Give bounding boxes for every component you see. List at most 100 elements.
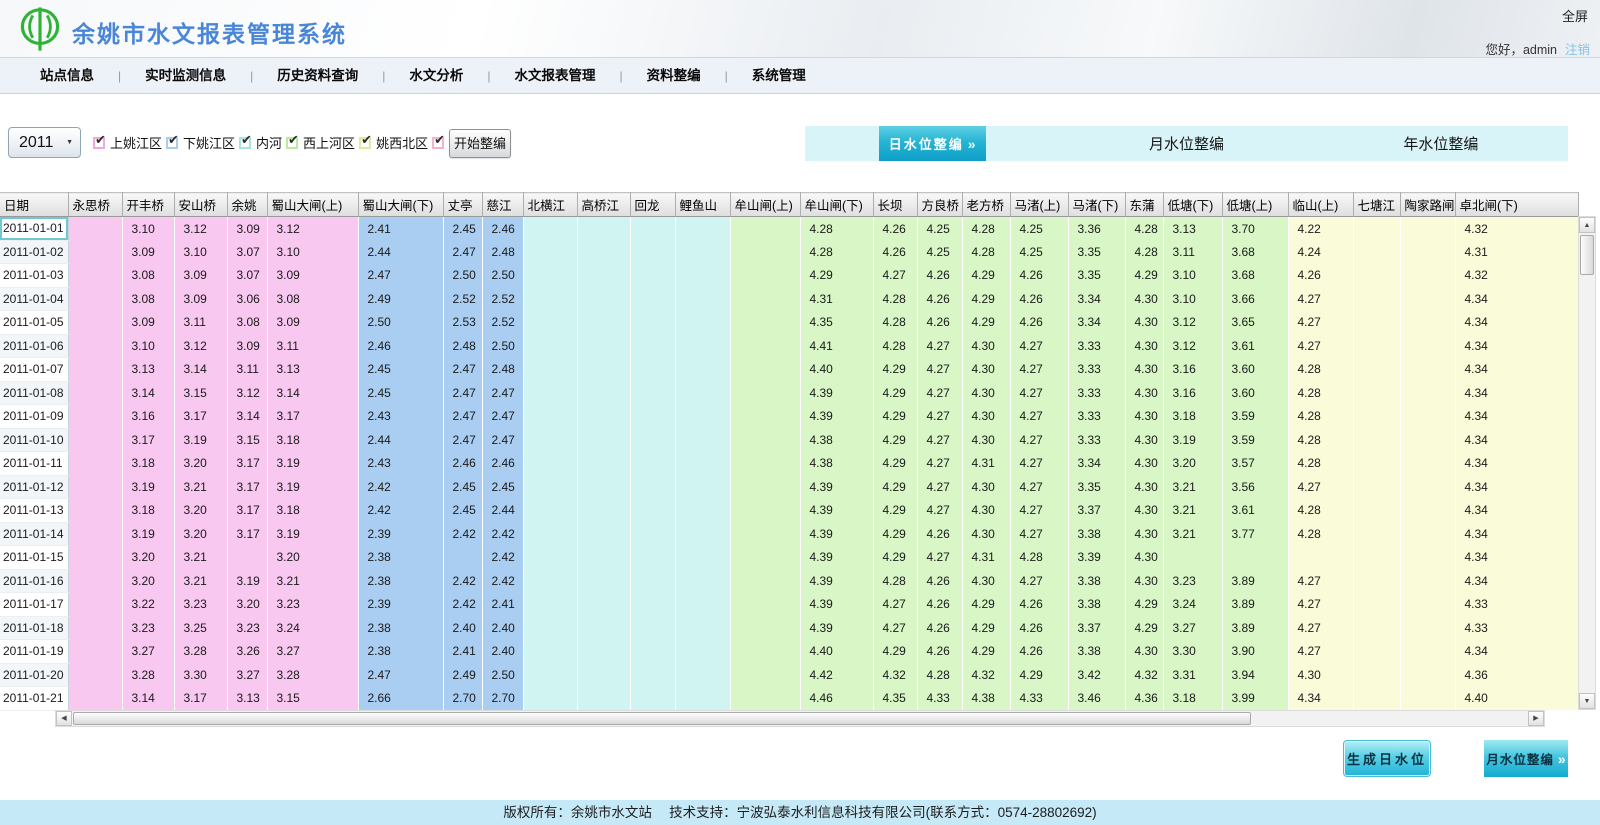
value-cell[interactable]: 4.27 <box>1010 452 1068 476</box>
value-cell[interactable] <box>730 217 800 241</box>
value-cell[interactable]: 4.27 <box>873 593 917 617</box>
value-cell[interactable]: 3.09 <box>122 311 174 335</box>
value-cell[interactable]: 3.12 <box>267 217 358 241</box>
value-cell[interactable]: 2.50 <box>482 264 523 288</box>
value-cell[interactable]: 3.61 <box>1222 499 1288 523</box>
value-cell[interactable]: 4.26 <box>917 264 962 288</box>
value-cell[interactable]: 4.34 <box>1288 687 1353 711</box>
value-cell[interactable]: 3.65 <box>1222 311 1288 335</box>
value-cell[interactable]: 3.07 <box>227 240 267 264</box>
value-cell[interactable] <box>1400 522 1455 546</box>
checkbox[interactable]: ✔ <box>93 137 105 149</box>
value-cell[interactable]: 4.34 <box>1455 358 1578 382</box>
value-cell[interactable]: 3.30 <box>1163 640 1222 664</box>
region-filter[interactable]: ✔西上河区 <box>286 133 355 152</box>
value-cell[interactable]: 3.11 <box>227 358 267 382</box>
date-cell[interactable]: 2011-01-03 <box>0 264 68 288</box>
value-cell[interactable]: 4.29 <box>962 593 1010 617</box>
value-cell[interactable] <box>68 358 122 382</box>
value-cell[interactable]: 4.32 <box>962 663 1010 687</box>
value-cell[interactable] <box>577 287 630 311</box>
value-cell[interactable]: 2.47 <box>443 358 482 382</box>
value-cell[interactable] <box>1400 405 1455 429</box>
date-cell[interactable]: 2011-01-08 <box>0 381 68 405</box>
value-cell[interactable] <box>675 499 730 523</box>
value-cell[interactable]: 4.26 <box>873 240 917 264</box>
value-cell[interactable] <box>675 311 730 335</box>
value-cell[interactable]: 3.33 <box>1068 428 1125 452</box>
checkbox[interactable]: ✔ <box>239 137 251 149</box>
value-cell[interactable]: 3.68 <box>1222 240 1288 264</box>
value-cell[interactable]: 4.27 <box>1010 405 1068 429</box>
value-cell[interactable]: 2.47 <box>358 663 443 687</box>
value-cell[interactable]: 2.42 <box>482 522 523 546</box>
value-cell[interactable] <box>630 522 675 546</box>
value-cell[interactable]: 2.50 <box>482 334 523 358</box>
value-cell[interactable]: 4.34 <box>1455 546 1578 570</box>
value-cell[interactable]: 3.24 <box>1163 593 1222 617</box>
value-cell[interactable] <box>1353 217 1400 241</box>
value-cell[interactable] <box>1400 475 1455 499</box>
value-cell[interactable]: 3.20 <box>174 522 227 546</box>
value-cell[interactable]: 4.26 <box>1010 287 1068 311</box>
checkbox[interactable]: ✔ <box>432 137 444 149</box>
value-cell[interactable]: 3.11 <box>267 334 358 358</box>
value-cell[interactable]: 2.45 <box>443 499 482 523</box>
value-cell[interactable]: 3.60 <box>1222 381 1288 405</box>
value-cell[interactable]: 3.34 <box>1068 452 1125 476</box>
value-cell[interactable]: 3.19 <box>174 428 227 452</box>
value-cell[interactable]: 4.30 <box>1125 334 1163 358</box>
value-cell[interactable] <box>675 405 730 429</box>
value-cell[interactable]: 2.39 <box>358 593 443 617</box>
value-cell[interactable] <box>523 593 577 617</box>
value-cell[interactable]: 3.19 <box>122 475 174 499</box>
compile-tab[interactable]: 月水位整编 <box>1059 126 1313 161</box>
value-cell[interactable]: 2.42 <box>443 593 482 617</box>
value-cell[interactable]: 4.28 <box>1288 358 1353 382</box>
value-cell[interactable]: 4.29 <box>962 616 1010 640</box>
value-cell[interactable] <box>68 640 122 664</box>
date-cell[interactable]: 2011-01-17 <box>0 593 68 617</box>
value-cell[interactable]: 3.19 <box>227 569 267 593</box>
date-cell[interactable]: 2011-01-18 <box>0 616 68 640</box>
value-cell[interactable]: 4.27 <box>917 428 962 452</box>
value-cell[interactable] <box>577 334 630 358</box>
region-filter[interactable]: ✔内河 <box>239 133 282 152</box>
value-cell[interactable] <box>577 593 630 617</box>
value-cell[interactable]: 4.28 <box>800 240 873 264</box>
value-cell[interactable] <box>1353 569 1400 593</box>
horizontal-scrollbar[interactable]: ◀ ▶ <box>55 710 1545 727</box>
value-cell[interactable]: 2.47 <box>358 264 443 288</box>
value-cell[interactable] <box>1400 499 1455 523</box>
value-cell[interactable]: 2.45 <box>358 381 443 405</box>
value-cell[interactable]: 4.27 <box>1288 475 1353 499</box>
value-cell[interactable] <box>730 663 800 687</box>
value-cell[interactable] <box>675 217 730 241</box>
value-cell[interactable]: 4.25 <box>1010 217 1068 241</box>
value-cell[interactable]: 3.17 <box>227 499 267 523</box>
value-cell[interactable]: 4.29 <box>1125 593 1163 617</box>
value-cell[interactable] <box>1222 546 1288 570</box>
value-cell[interactable]: 3.17 <box>227 475 267 499</box>
value-cell[interactable] <box>675 287 730 311</box>
value-cell[interactable] <box>1400 264 1455 288</box>
value-cell[interactable]: 3.13 <box>122 358 174 382</box>
value-cell[interactable] <box>1353 663 1400 687</box>
value-cell[interactable]: 4.29 <box>873 381 917 405</box>
value-cell[interactable] <box>630 405 675 429</box>
value-cell[interactable]: 2.46 <box>482 452 523 476</box>
value-cell[interactable]: 4.33 <box>1455 616 1578 640</box>
value-cell[interactable]: 2.40 <box>443 616 482 640</box>
value-cell[interactable]: 2.48 <box>482 358 523 382</box>
value-cell[interactable] <box>730 358 800 382</box>
value-cell[interactable]: 2.70 <box>443 687 482 711</box>
value-cell[interactable] <box>68 569 122 593</box>
value-cell[interactable]: 4.34 <box>1455 334 1578 358</box>
date-cell[interactable]: 2011-01-20 <box>0 663 68 687</box>
value-cell[interactable]: 3.27 <box>1163 616 1222 640</box>
value-cell[interactable] <box>523 311 577 335</box>
value-cell[interactable]: 2.42 <box>482 569 523 593</box>
value-cell[interactable]: 3.10 <box>1163 287 1222 311</box>
value-cell[interactable]: 4.26 <box>917 616 962 640</box>
value-cell[interactable] <box>523 640 577 664</box>
